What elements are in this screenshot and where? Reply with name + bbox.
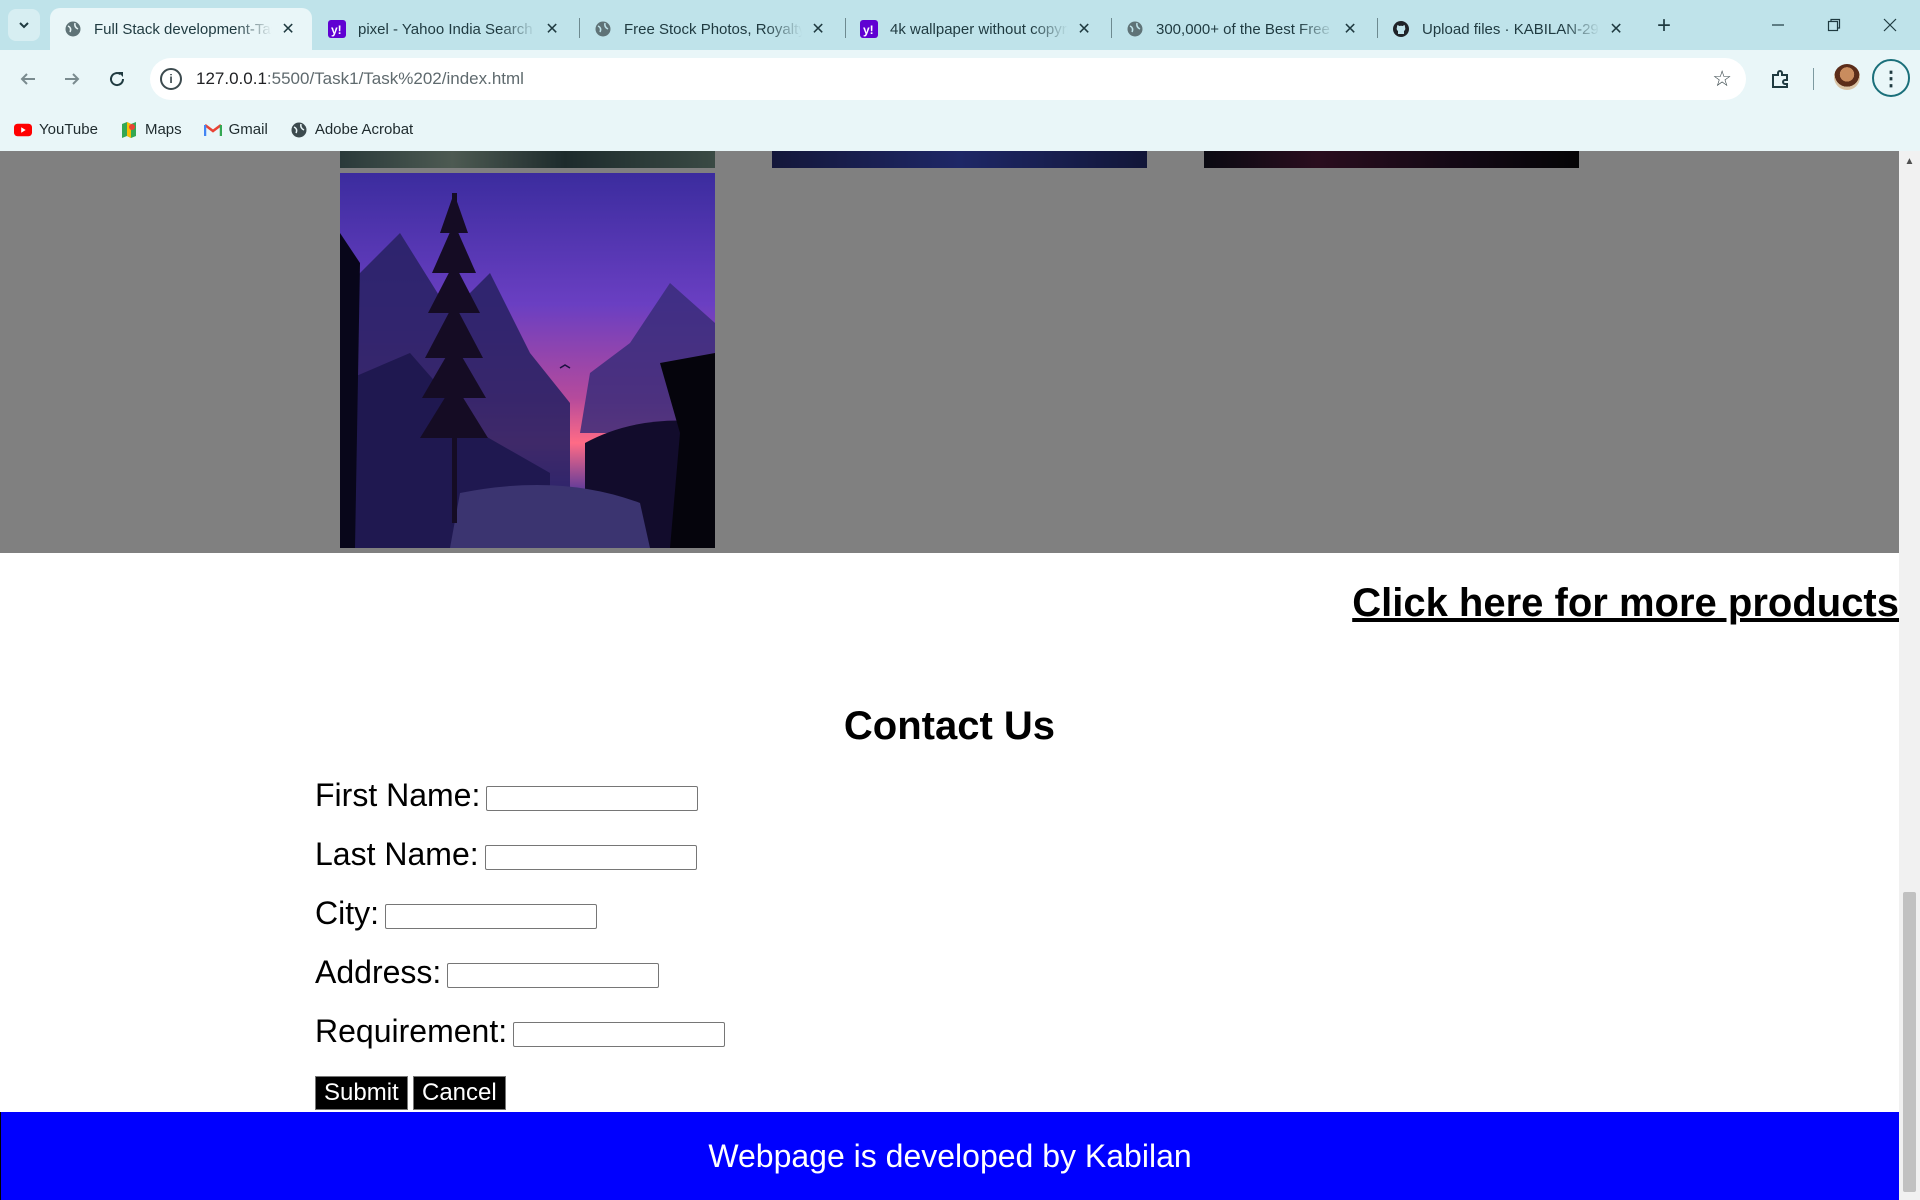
back-button[interactable] [12,63,44,95]
tab-title: pixel - Yahoo India Search Results [358,20,536,38]
address-bar[interactable]: i 127.0.0.1:5500/Task1/Task%202/index.ht… [150,58,1746,100]
bookmark-adobe-acrobat[interactable]: Adobe Acrobat [290,121,413,139]
restore-button[interactable] [1806,0,1862,50]
github-icon [1392,20,1410,38]
browser-chrome: Full Stack development-Task ✕ y! pixel -… [0,0,1920,151]
close-icon [1883,18,1897,32]
page-scrollbar[interactable]: ▲ [1899,151,1920,1200]
minimize-icon [1772,24,1784,26]
last-name-label: Last Name: [315,836,479,872]
footer-text: Webpage is developed by Kabilan [708,1137,1192,1174]
bookmark-label: YouTube [39,121,98,138]
globe-icon [594,20,612,38]
forward-button[interactable] [56,63,88,95]
page-viewport: Click here for more products Contact Us … [0,151,1899,1200]
tab-title: 4k wallpaper without copyright [890,20,1068,38]
yahoo-icon: y! [860,20,878,38]
tab-strip: Full Stack development-Task ✕ y! pixel -… [0,0,1920,50]
close-icon[interactable]: ✕ [542,19,562,39]
maps-icon [120,121,138,139]
globe-icon [64,20,82,38]
extensions-button[interactable] [1765,63,1797,95]
first-name-row: First Name: [315,777,699,814]
contact-title: Contact Us [843,704,1056,748]
gallery-image-sunset-forest[interactable] [340,173,715,548]
scrollbar-thumb[interactable] [1903,892,1916,1192]
svg-text:y!: y! [331,23,342,37]
minimize-button[interactable] [1750,0,1806,50]
bookmark-gmail[interactable]: Gmail [203,121,268,139]
close-icon[interactable]: ✕ [808,19,828,39]
bookmark-youtube[interactable]: YouTube [14,121,98,139]
bookmark-label: Maps [144,121,182,138]
globe-icon [290,121,308,139]
more-products-link[interactable]: Click here for more products [1352,581,1899,626]
submit-button[interactable]: Submit [315,1076,408,1110]
address-label: Address: [315,954,442,990]
tab-title: Full Stack development-Task [94,20,273,38]
more-vert-icon: ⋮ [1881,67,1901,90]
browser-toolbar: i 127.0.0.1:5500/Task1/Task%202/index.ht… [0,50,1920,108]
reload-icon [110,72,125,87]
close-icon[interactable]: ✕ [1606,19,1626,39]
bookmark-label: Gmail [228,121,268,138]
arrow-left-icon [20,73,35,85]
close-icon[interactable]: ✕ [1340,19,1360,39]
new-tab-button[interactable]: + [1650,12,1678,40]
gallery-image-partial[interactable] [772,151,1147,168]
tab-free-stock[interactable]: Free Stock Photos, Royalty Free ✕ [580,8,842,50]
tab-best-free-stock[interactable]: 300,000+ of the Best Free Stock ✕ [1112,8,1374,50]
gallery-image-partial[interactable] [1204,151,1579,168]
globe-icon [1126,20,1144,38]
svg-text:y!: y! [863,23,874,37]
address-input[interactable] [447,963,660,988]
chevron-down-icon [19,22,29,29]
city-label: City: [315,895,379,931]
restore-icon [1827,18,1841,32]
tab-title: Free Stock Photos, Royalty Free [624,20,803,38]
tab-title: Upload files · KABILAN-29 [1422,20,1599,38]
bookmark-label: Adobe Acrobat [314,121,414,138]
address-url[interactable]: 127.0.0.1:5500/Task1/Task%202/index.html [196,69,524,89]
gmail-icon [203,121,222,139]
yahoo-icon: y! [328,20,346,38]
close-icon[interactable]: ✕ [1074,19,1094,39]
last-name-input[interactable] [484,845,697,870]
tab-full-stack[interactable]: Full Stack development-Task ✕ [50,8,312,50]
city-input[interactable] [385,904,597,929]
scroll-up-arrow-icon[interactable]: ▲ [1899,151,1920,171]
close-window-button[interactable] [1862,0,1918,50]
tab-yahoo-pixel[interactable]: y! pixel - Yahoo India Search Results ✕ [314,8,576,50]
bookmark-maps[interactable]: Maps [120,121,182,139]
city-row: City: [315,895,597,932]
address-path: :5500/Task1/Task%202/index.html [266,69,524,88]
address-host: 127.0.0.1 [196,69,267,88]
site-info-icon[interactable]: i [160,68,182,90]
address-row: Address: [315,954,660,991]
toolbar-divider [1813,68,1814,90]
cancel-button[interactable]: Cancel [413,1076,506,1110]
tab-github-upload[interactable]: Upload files · KABILAN-29 ✕ [1378,8,1640,50]
bookmarks-bar: YouTube Maps Gmail Adobe Acrobat [0,108,1920,151]
close-icon[interactable]: ✕ [278,19,298,39]
requirement-label: Requirement: [315,1013,508,1049]
reload-button[interactable] [101,63,133,95]
arrow-right-icon [65,73,80,85]
gallery-image-partial[interactable] [340,151,715,168]
tab-4k-wallpaper[interactable]: y! 4k wallpaper without copyright ✕ [846,8,1108,50]
first-name-label: First Name: [315,777,481,813]
tab-search-button[interactable] [8,9,40,41]
requirement-input[interactable] [513,1022,726,1047]
last-name-row: Last Name: [315,836,697,873]
requirement-row: Requirement: [315,1013,726,1050]
bookmark-star-icon[interactable]: ☆ [1712,66,1732,92]
first-name-input[interactable] [486,786,699,811]
profile-avatar[interactable] [1834,64,1860,90]
browser-menu-button[interactable]: ⋮ [1872,59,1910,97]
tab-title: 300,000+ of the Best Free Stock [1156,20,1334,38]
page-footer: Webpage is developed by Kabilan [0,1112,1899,1200]
image-gallery [0,151,1899,553]
puzzle-icon [1772,70,1788,88]
youtube-icon [14,121,32,139]
